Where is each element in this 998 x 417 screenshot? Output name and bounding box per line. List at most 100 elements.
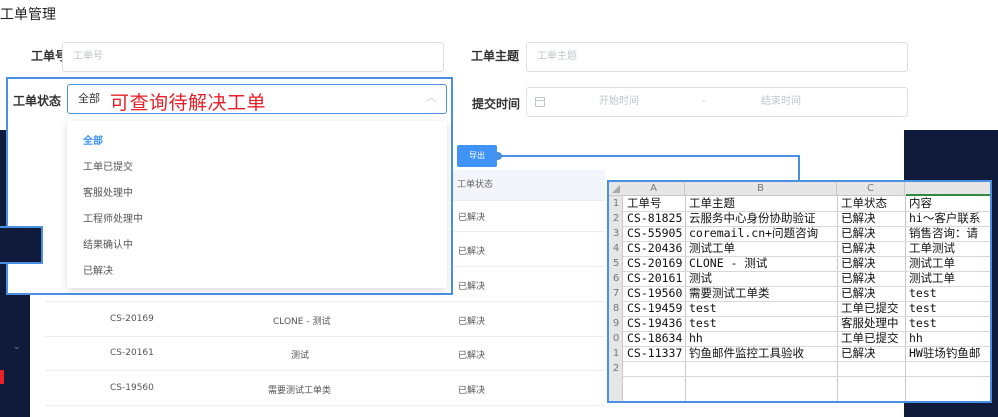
dropdown-option-all[interactable]: 全部: [83, 132, 103, 147]
sheet-cell-content[interactable]: hh: [909, 331, 990, 346]
sheet-cell-status[interactable]: 已解决: [841, 346, 905, 361]
export-button[interactable]: 导出: [457, 145, 497, 167]
sheet-cell-id[interactable]: CS-55905: [627, 226, 685, 241]
sheet-cell-content[interactable]: test: [909, 316, 990, 331]
column-header-a: A: [623, 182, 685, 196]
sheet-cell-subject[interactable]: 需要测试工单类: [689, 286, 837, 301]
sheet-cell-id[interactable]: CS-20161: [627, 271, 685, 286]
end-time-placeholder[interactable]: 结束时间: [761, 88, 801, 116]
connector-dot: [494, 152, 502, 160]
row-number: 2: [612, 363, 620, 374]
sheet-cell-status[interactable]: 工单已提交: [841, 301, 905, 316]
table-cell-status: 已解决: [458, 282, 486, 292]
table-cell-subject: 测试: [291, 351, 310, 361]
table-cell-status: 已解决: [458, 213, 486, 223]
sheet-cell-status[interactable]: 已解决: [841, 241, 905, 256]
submit-time-label: 提交时间: [472, 97, 521, 111]
sheet-cell-id[interactable]: CS-19560: [627, 286, 685, 301]
table-cell-id: CS-20169: [110, 314, 154, 324]
left-dark-block: [0, 226, 43, 264]
sheet-cell-content[interactable]: 工单测试: [909, 241, 990, 256]
row-number: 8: [612, 303, 620, 314]
row-number: 6: [612, 273, 620, 284]
date-separator: -: [702, 96, 706, 107]
sheet-cell-subject[interactable]: 云服务中心身份协助验证: [689, 211, 837, 226]
column-header-c: C: [837, 182, 905, 196]
sheet-cell-content[interactable]: 测试工单: [909, 256, 990, 271]
sheet-cell-content[interactable]: 内容: [909, 196, 990, 211]
page-title: 工单管理: [0, 7, 56, 23]
subject-label: 工单主题: [471, 49, 520, 63]
status-label: 工单状态: [13, 94, 62, 108]
column-header-b: B: [685, 182, 837, 196]
row-number: 5: [612, 258, 620, 269]
sheet-cell-status[interactable]: 已解决: [841, 286, 905, 301]
sheet-cell-id[interactable]: CS-19436: [627, 316, 685, 331]
subject-input[interactable]: 工单主题: [526, 42, 908, 72]
annotation-text: 可查询待解决工单: [110, 92, 267, 114]
row-number: 7: [612, 288, 620, 299]
sheet-cell-content[interactable]: hi～客户联系: [909, 211, 990, 226]
table-cell-id: CS-20161: [110, 348, 154, 358]
table-cell-id: CS-19560: [110, 383, 154, 393]
sheet-cell-subject[interactable]: coremail.cn+问题咨询: [689, 226, 837, 241]
sheet-cell-content[interactable]: HW驻场钓鱼邮: [909, 346, 990, 361]
sheet-cell-id[interactable]: CS-81825: [627, 211, 685, 226]
sheet-cell-subject[interactable]: hh: [689, 331, 837, 346]
dropdown-option-submitted[interactable]: 工单已提交: [83, 158, 133, 173]
sheet-cell-id[interactable]: CS-20169: [627, 256, 685, 271]
ticket-no-placeholder: 工单号: [73, 51, 103, 62]
row-number: 1: [612, 348, 620, 359]
sheet-cell-content[interactable]: 销售咨询：请: [909, 226, 990, 241]
dropdown-option-resolved[interactable]: 已解决: [83, 262, 113, 277]
sheet-cell-status[interactable]: 工单已提交: [841, 331, 905, 346]
sheet-cell-content[interactable]: 测试工单: [909, 271, 990, 286]
row-number: 1: [612, 198, 620, 209]
sheet-cell-subject[interactable]: test: [689, 301, 837, 316]
sheet-cell-subject[interactable]: 测试工单: [689, 241, 837, 256]
subject-placeholder: 工单主题: [537, 51, 577, 62]
sheet-cell-status[interactable]: 已解决: [841, 271, 905, 286]
ticket-management-page: 工单管理 工单号 工单号 工单主题 工单主题 工单状态 已解决 已解决 已解决 …: [0, 0, 998, 417]
sheet-cell-status[interactable]: 客服处理中: [841, 316, 905, 331]
sheet-cell-subject[interactable]: 工单主题: [689, 196, 837, 211]
exported-spreadsheet: A B C 1 2 3 4 5 6 7 8 9 0 1 2 工单号 工单主题 工单状…: [607, 180, 992, 403]
sheet-cell-status[interactable]: 已解决: [841, 211, 905, 226]
connector-line: [500, 155, 800, 157]
table-cell-subject: CLONE - 测试: [273, 317, 331, 327]
connector-line-vertical: [798, 155, 800, 180]
dropdown-option-cs-processing[interactable]: 客服处理中: [83, 184, 133, 199]
sheet-cell-id[interactable]: 工单号: [627, 196, 685, 211]
dropdown-option-confirming[interactable]: 结果确认中: [83, 236, 133, 251]
table-cell-subject: 需要测试工单类: [268, 386, 332, 396]
row-number: 9: [612, 318, 620, 329]
row-number: 2: [612, 213, 620, 224]
chevron-down-icon: ⌄: [13, 342, 21, 352]
dropdown-option-engineer-processing[interactable]: 工程师处理中: [83, 210, 143, 225]
sheet-cell-subject[interactable]: 钓鱼邮件监控工具验收: [689, 346, 837, 361]
calendar-icon: [535, 97, 545, 107]
table-cell-status: 已解决: [458, 351, 486, 361]
red-side-marker: [0, 370, 4, 384]
sheet-cell-status[interactable]: 已解决: [841, 226, 905, 241]
sheet-cell-subject[interactable]: test: [689, 316, 837, 331]
sheet-cell-id[interactable]: CS-20436: [627, 241, 685, 256]
start-time-placeholder[interactable]: 开始时间: [599, 88, 639, 116]
sheet-cell-content[interactable]: test: [909, 286, 990, 301]
sheet-cell-id[interactable]: CS-18634: [627, 331, 685, 346]
sheet-cell-subject[interactable]: 测试: [689, 271, 837, 286]
sheet-cell-id[interactable]: CS-11337: [627, 346, 685, 361]
table-cell-status: 已解决: [458, 247, 486, 257]
sheet-cell-content[interactable]: test: [909, 301, 990, 316]
status-dropdown: 全部 工单已提交 客服处理中 工程师处理中 结果确认中 已解决: [67, 121, 447, 288]
sheet-cell-subject[interactable]: CLONE - 测试: [689, 256, 837, 271]
row-number: 3: [612, 228, 620, 239]
ticket-no-input[interactable]: 工单号: [62, 42, 444, 72]
sheet-cell-id[interactable]: CS-19459: [627, 301, 685, 316]
sheet-cell-status[interactable]: 工单状态: [841, 196, 905, 211]
status-select-value: 全部: [78, 92, 100, 105]
sheet-cell-status[interactable]: 已解决: [841, 256, 905, 271]
chevron-up-icon: ︿: [426, 93, 436, 104]
row-number: 4: [612, 243, 620, 254]
date-range-picker[interactable]: 开始时间 - 结束时间: [526, 87, 908, 117]
